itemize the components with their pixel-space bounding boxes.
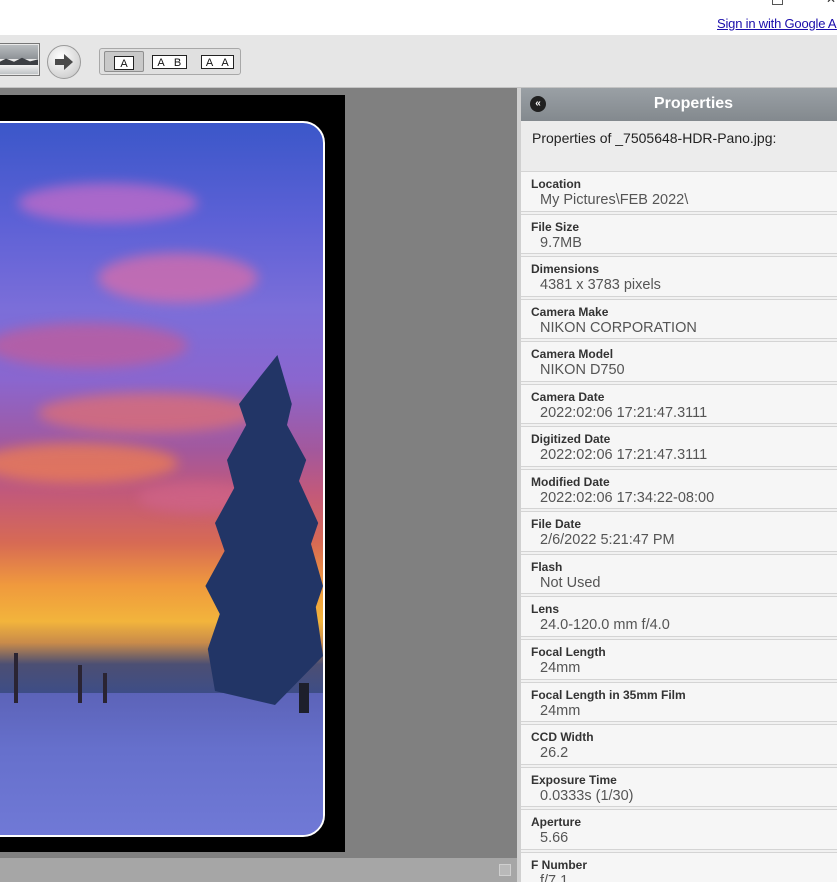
property-row: CCD Width 26.2 [521, 724, 837, 765]
property-row: Dimensions 4381 x 3783 pixels [521, 256, 837, 297]
property-value: 4381 x 3783 pixels [540, 277, 661, 294]
property-label: Flash [531, 559, 563, 574]
properties-title: Properties [653, 95, 734, 112]
properties-header: « Properties [521, 88, 837, 121]
property-label: Aperture [531, 815, 582, 830]
property-row: Exposure Time 0.0333s (1/30) [521, 766, 837, 808]
property-row: Flash Not Used [521, 553, 837, 595]
property-row: F Number f/7.1 [521, 851, 837, 882]
property-value: 2/6/2022 5:21:47 PM [540, 532, 675, 549]
property-label: Location [531, 177, 581, 191]
property-value: NIKON CORPORATION [540, 319, 697, 336]
property-value: My Pictures\FEB 2022\ [540, 192, 689, 208]
property-row: Modified Date 2022:02:06 17:34:22-08:00 [521, 468, 837, 510]
property-value: 24.0-120.0 mm f/4.0 [540, 617, 670, 634]
layout-compare-label-b: B [169, 55, 187, 69]
property-value: f/7.1 [540, 872, 569, 882]
property-value: 0.0333s (1/30) [540, 787, 634, 804]
property-label: CCD Width [531, 730, 594, 745]
layout-duplicate-label-a1: A [201, 55, 218, 69]
layout-single-button[interactable]: A [104, 51, 144, 72]
property-value: 24mm [540, 660, 581, 677]
property-row: Location My Pictures\FEB 2022\ [521, 171, 837, 212]
property-value: 2022:02:06 17:21:47.3111 [540, 447, 708, 464]
property-label: Dimensions [531, 262, 600, 277]
status-bar [0, 858, 517, 882]
property-label: Focal Length in 35mm Film [531, 687, 686, 702]
property-row: Camera Model NIKON D750 [521, 341, 837, 382]
layout-duplicate-button[interactable]: A A [196, 51, 238, 72]
property-row: Camera Date 2022:02:06 17:21:47.3111 [521, 383, 837, 425]
photo-sunset-pano [0, 121, 325, 837]
properties-list[interactable]: Location My Pictures\FEB 2022\ File Size 9.… [521, 171, 837, 882]
property-row: Lens 24.0-120.0 mm f/4.0 [521, 596, 837, 638]
property-value: NIKON D750 [540, 362, 625, 379]
property-label: Modified Date [531, 474, 610, 489]
properties-subtitle: Properties of _7505648-HDR-Pano.jpg: [532, 130, 777, 146]
top-bar: ✕ Sign in with Google Acc [0, 0, 837, 35]
property-row: Aperture 5.66 [521, 809, 837, 850]
image-viewer[interactable] [0, 88, 517, 858]
property-label: File Date [531, 517, 582, 532]
property-label: Digitized Date [531, 432, 611, 447]
property-label: Camera Model [531, 347, 614, 362]
property-label: Lens [531, 602, 560, 617]
property-label: File Size [531, 219, 580, 234]
property-value: Not Used [540, 574, 601, 591]
property-value: 24mm [540, 702, 581, 719]
property-row: Focal Length in 35mm Film 24mm [521, 681, 837, 723]
current-thumbnail-button[interactable] [0, 43, 40, 76]
layout-compare-label-a: A [152, 55, 170, 69]
property-label: Camera Make [531, 304, 609, 319]
property-value: 26.2 [540, 745, 569, 762]
image-frame [0, 95, 345, 852]
property-row: Camera Make NIKON CORPORATION [521, 298, 837, 340]
restore-window-icon[interactable] [772, 0, 783, 5]
property-value: 2022:02:06 17:21:47.3111 [540, 404, 708, 421]
properties-panel: « Properties Properties of _7505648-HDR-… [521, 88, 837, 882]
layout-duplicate-label-a2: A [217, 55, 234, 69]
arrow-right-icon [55, 54, 73, 70]
property-label: Focal Length [531, 645, 606, 660]
property-label: Camera Date [531, 389, 605, 404]
property-value: 2022:02:06 17:34:22-08:00 [540, 489, 715, 506]
property-label: F Number [531, 857, 588, 872]
next-image-button[interactable] [47, 45, 81, 79]
sign-in-google-link[interactable]: Sign in with Google Acc [717, 16, 837, 31]
layout-mode-group: A A B A A [99, 48, 241, 75]
property-row: File Size 9.7MB [521, 213, 837, 255]
properties-subtitle-bar: Properties of _7505648-HDR-Pano.jpg: [521, 121, 837, 171]
property-row: Digitized Date 2022:02:06 17:21:47.3111 [521, 426, 837, 467]
property-value: 5.66 [540, 830, 569, 847]
thumbnail-image [0, 45, 38, 59]
layout-single-label: A [114, 56, 134, 70]
property-value: 9.7MB [540, 234, 582, 251]
layout-compare-button[interactable]: A B [148, 51, 192, 72]
property-row: File Date 2/6/2022 5:21:47 PM [521, 511, 837, 552]
property-row: Focal Length 24mm [521, 639, 837, 680]
close-window-icon[interactable]: ✕ [826, 0, 836, 6]
trash-icon[interactable] [499, 864, 511, 876]
property-label: Exposure Time [531, 772, 617, 787]
